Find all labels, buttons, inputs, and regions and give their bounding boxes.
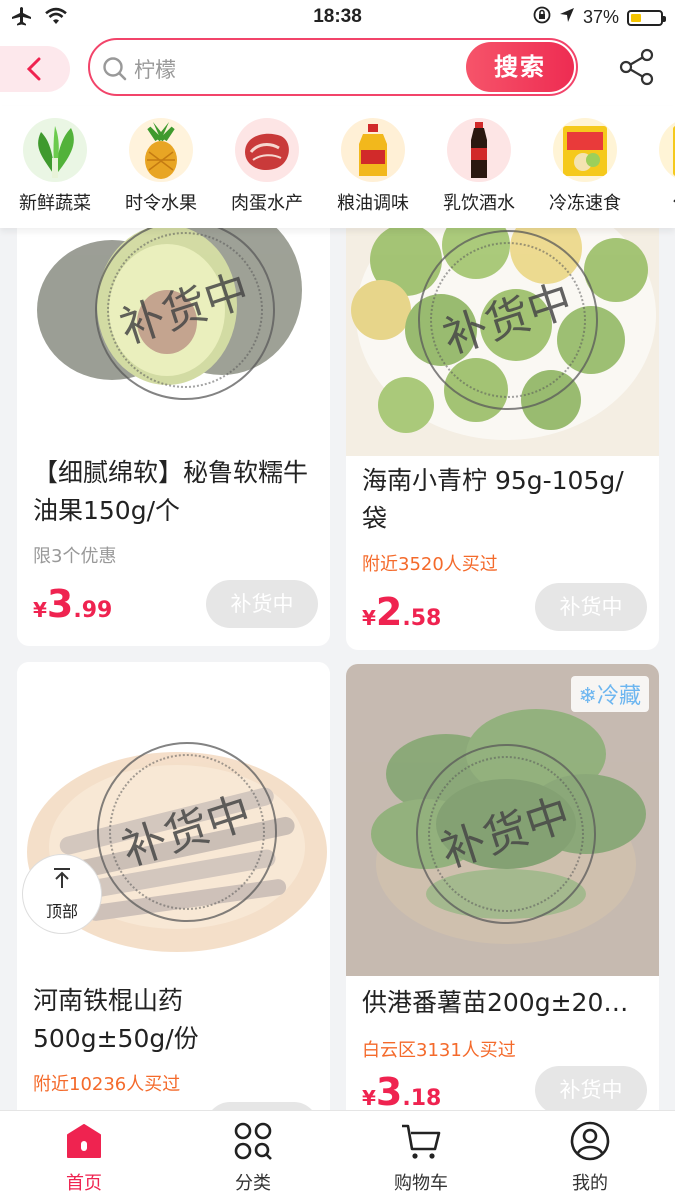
category-item[interactable]: 新鲜蔬菜 <box>2 118 108 215</box>
product-title: 河南铁棍山药500g±50g/份 <box>33 986 199 1053</box>
product-buyers: 附近3520人买过 <box>362 554 498 575</box>
tab-cart[interactable]: 购物车 <box>337 1121 505 1195</box>
product-limit: 限3个优惠 <box>33 546 117 567</box>
category-item[interactable]: 粮油调味 <box>320 118 426 215</box>
vegetable-icon <box>23 118 87 182</box>
home-icon <box>67 1124 101 1158</box>
category-item[interactable]: 乳饮酒水 <box>426 118 532 215</box>
meat-icon <box>235 118 299 182</box>
tab-profile[interactable]: 我的 <box>506 1121 674 1195</box>
restock-button[interactable]: 补货中 <box>206 580 318 628</box>
cold-storage-badge: ❄冷藏 <box>570 676 649 712</box>
battery-icon <box>627 9 666 26</box>
product-card[interactable]: ❄冷藏 补货中 供港番薯苗200g±20… 白云区3131人买过 ¥3.18 补… <box>346 664 659 1134</box>
category-item[interactable]: 冷冻速食 <box>532 118 638 215</box>
pineapple-icon <box>129 118 193 182</box>
location-icon <box>559 7 575 28</box>
tab-category[interactable]: 分类 <box>169 1121 337 1195</box>
category-row: 新鲜蔬菜 时令水果 肉蛋水产 粮油调味 乳饮酒水 冷冻速食 休闲 <box>0 106 675 228</box>
restock-button[interactable]: 补货中 <box>535 583 647 631</box>
share-icon <box>619 48 654 86</box>
product-image-avocado: 补货中 <box>17 200 330 428</box>
cola-bottle-icon <box>447 118 511 182</box>
product-buyers: 附近10236人买过 <box>33 1074 181 1095</box>
frozen-food-icon <box>553 118 617 182</box>
product-card[interactable]: 补货中 【细腻绵软】秘鲁软糯牛油果150g/个 限3个优惠 ¥3.99 补货中 <box>17 200 330 646</box>
search-input[interactable]: 柠檬 <box>134 54 176 84</box>
status-bar: 18:38 37% <box>0 0 675 34</box>
product-buyers: 白云区3131人买过 <box>362 1040 516 1061</box>
product-title: 【细腻绵软】秘鲁软糯牛油果150g/个 <box>33 458 309 525</box>
product-price: ¥2.58 <box>362 590 442 634</box>
search-icon <box>103 57 127 81</box>
profile-icon <box>570 1121 610 1161</box>
tab-home[interactable]: 首页 <box>0 1121 168 1195</box>
battery-percent: 37% <box>582 7 619 27</box>
product-image-lime: 补货中 <box>346 200 659 456</box>
share-button[interactable] <box>618 48 656 90</box>
product-card[interactable]: 补货中 海南小青柠 95g-105g/袋 附近3520人买过 ¥2.58 补货中 <box>346 200 659 650</box>
back-to-top-label: 顶部 <box>45 902 78 921</box>
category-item[interactable]: 肉蛋水产 <box>214 118 320 215</box>
product-title: 海南小青柠 95g-105g/袋 <box>362 466 624 533</box>
orientation-lock-icon <box>533 6 551 29</box>
product-price: ¥3.18 <box>362 1070 442 1114</box>
back-to-top-button[interactable]: 顶部 <box>22 854 102 934</box>
bottom-tab-bar: 首页 分类 购物车 我的 <box>0 1110 675 1201</box>
back-button[interactable] <box>0 46 70 92</box>
product-price: ¥3.99 <box>33 582 113 626</box>
oil-bottle-icon <box>341 118 405 182</box>
search-header: 柠檬 搜索 <box>0 34 675 106</box>
arrow-up-icon <box>23 867 101 894</box>
category-icon <box>234 1122 272 1160</box>
chevron-left-icon <box>26 57 41 81</box>
search-bar[interactable]: 柠檬 搜索 <box>88 38 578 96</box>
category-item[interactable]: 休闲 <box>638 118 675 215</box>
snowflake-icon: ❄ <box>578 684 597 709</box>
category-item[interactable]: 时令水果 <box>108 118 214 215</box>
product-title: 供港番薯苗200g±20… <box>362 988 629 1017</box>
restock-button[interactable]: 补货中 <box>535 1066 647 1114</box>
product-image-sweet-potato-leaves: ❄冷藏 补货中 <box>346 664 659 976</box>
snack-icon <box>659 118 675 182</box>
cart-icon <box>402 1124 441 1159</box>
search-button[interactable]: 搜索 <box>466 42 574 92</box>
